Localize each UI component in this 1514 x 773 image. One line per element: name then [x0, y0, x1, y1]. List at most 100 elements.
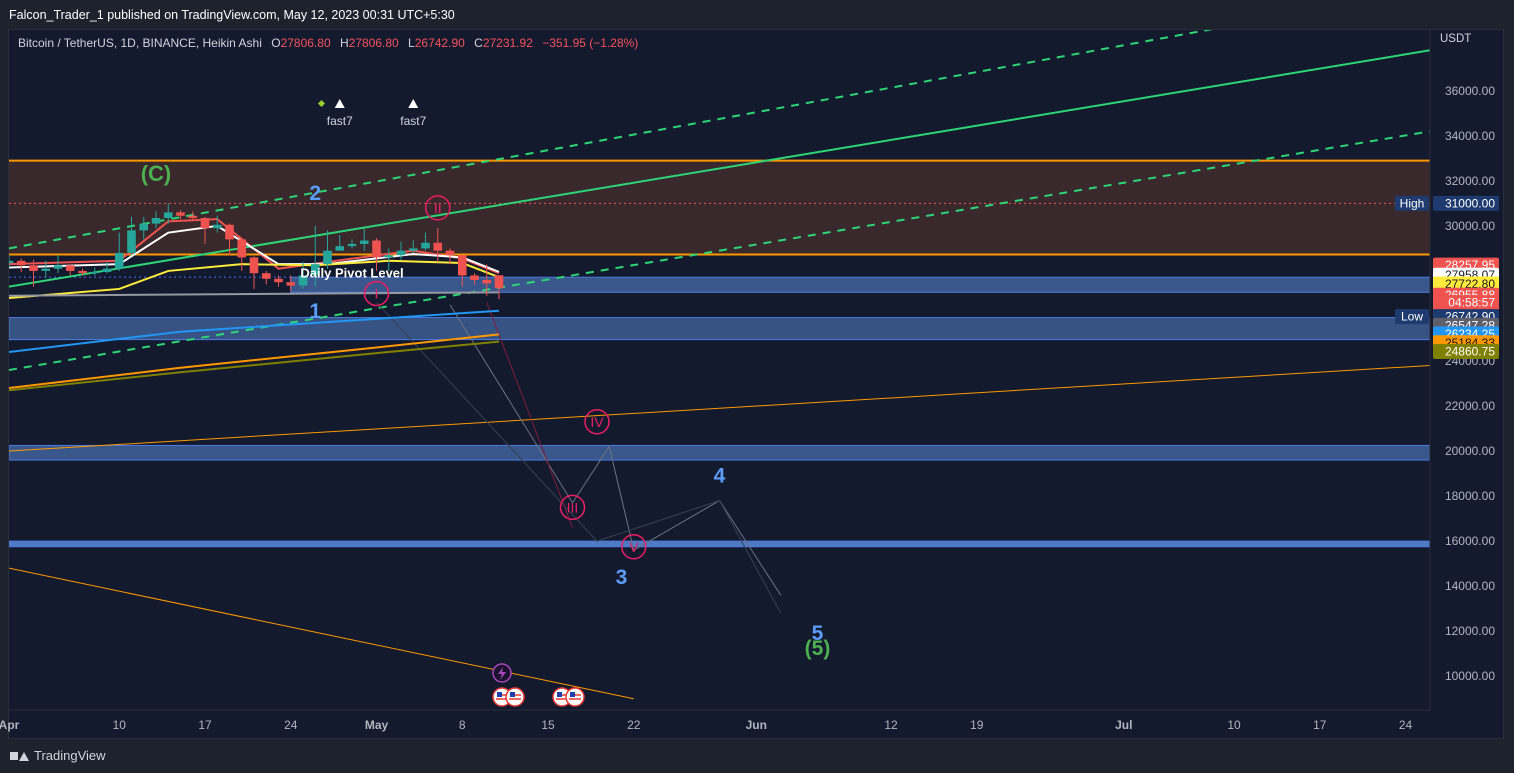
x-tick-label: 10	[1227, 718, 1241, 732]
indicator-triangle-icon	[334, 99, 345, 108]
tradingview-logo-icon	[10, 750, 29, 762]
price-axis-label-0: 31000.00 High	[1395, 195, 1499, 211]
candle-body-37	[457, 255, 467, 276]
y-tick-label: 12000.00	[1445, 624, 1495, 638]
us-flag-canton	[497, 692, 502, 697]
price-label-text: 24860.75	[1445, 345, 1495, 359]
open-key: O	[271, 36, 281, 50]
candle-body-34	[421, 242, 430, 249]
wave-annotation-3: 4	[714, 465, 726, 488]
wave-circle-label: IV	[590, 414, 604, 430]
resistance-zone	[9, 160, 1430, 255]
wave-circle-label: I	[375, 285, 379, 301]
symbol-name: Bitcoin / TetherUS, 1D, BINANCE, Heikin …	[18, 36, 262, 50]
candle-body-8	[102, 268, 112, 273]
y-tick-label: 10000.00	[1445, 669, 1495, 683]
y-tick-label: 20000.00	[1445, 444, 1495, 458]
wave-annotation-7: Daily Pivot Level	[300, 266, 403, 281]
high-value: 27806.80	[348, 36, 399, 50]
brand-name: TradingView	[34, 748, 106, 763]
change-value: −351.95 (−1.28%)	[542, 36, 639, 50]
wave-circle-label: III	[567, 499, 579, 515]
demand-zone-3	[9, 540, 1430, 548]
candle-body-12	[151, 218, 161, 224]
x-tick-label: 19	[970, 718, 984, 732]
y-tick-label: 16000.00	[1445, 534, 1495, 548]
candle-body-14	[176, 212, 185, 216]
candle-body-39	[482, 279, 492, 284]
candle-body-35	[433, 242, 443, 251]
wave-annotation-6: (5)	[805, 637, 831, 660]
price-chart[interactable]: IIIIVIIIV(C)21435(5)Daily Pivot Levelfas…	[0, 0, 1514, 773]
candle-body-3	[41, 268, 51, 271]
x-tick-label: 8	[459, 718, 466, 732]
candle-body-5	[65, 265, 75, 271]
candle-body-17	[212, 224, 222, 229]
currency-label[interactable]: USDT	[1440, 33, 1471, 45]
indicator-label-1: fast7	[400, 114, 426, 128]
wave-annotation-1: 2	[309, 182, 321, 205]
low-key: L	[408, 36, 415, 50]
moving-average-6	[9, 340, 500, 392]
candle-body-28	[347, 243, 357, 247]
price-axis-label-10: 24860.75	[1433, 344, 1499, 360]
price-axis-label-5: 04:58:57	[1433, 295, 1499, 311]
candle-body-1	[16, 260, 26, 266]
low-value: 26742.90	[414, 36, 465, 50]
candle-body-29	[359, 240, 369, 244]
candle-body-36	[445, 250, 455, 256]
footer: TradingView	[10, 748, 106, 763]
wave-annotation-0: (C)	[141, 161, 172, 186]
indicator-label-0: fast7	[327, 114, 353, 128]
candle-body-10	[127, 230, 136, 253]
candle-body-27	[335, 246, 345, 251]
candle-body-23	[286, 282, 296, 286]
demand-zone-2	[9, 444, 1430, 461]
x-tick-label: Jun	[746, 718, 767, 732]
candle-body-0	[9, 260, 14, 264]
candle-body-30	[372, 240, 381, 258]
x-tick-label: May	[365, 718, 389, 732]
y-tick-label: 34000.00	[1445, 129, 1495, 143]
candle-body-26	[323, 250, 332, 265]
price-tag-text: Low	[1401, 310, 1423, 324]
y-tick-label: 32000.00	[1445, 174, 1495, 188]
candle-body-4	[53, 265, 63, 269]
x-tick-label: 17	[1313, 718, 1327, 732]
candle-body-22	[274, 278, 283, 283]
trend-line-3	[9, 364, 1430, 452]
y-tick-label: 36000.00	[1445, 84, 1495, 98]
x-tick-label: 22	[627, 718, 641, 732]
trend-line-4	[9, 567, 634, 700]
price-label-text: 04:58:57	[1448, 296, 1495, 310]
open-value: 27806.80	[280, 36, 331, 50]
candle-body-38	[470, 275, 479, 280]
x-tick-label: Apr	[0, 718, 20, 732]
pivot-zone	[290, 276, 1430, 293]
indicator-diamond-icon	[317, 99, 326, 108]
candle-body-16	[200, 218, 210, 229]
wave-circle-2: IV	[584, 409, 610, 435]
wave-annotation-2: 1	[309, 300, 321, 323]
close-value: 27231.92	[482, 36, 533, 50]
symbol-legend: Bitcoin / TetherUS, 1D, BINANCE, Heikin …	[18, 36, 638, 50]
price-tag-text: High	[1400, 196, 1425, 210]
wave-circle-label: II	[434, 200, 442, 216]
us-flag-canton	[570, 692, 575, 697]
y-tick-label: 30000.00	[1445, 219, 1495, 233]
candle-body-32	[396, 250, 406, 256]
x-tick-label: 10	[113, 718, 127, 732]
plot-area: IIIIVIIIV(C)21435(5)Daily Pivot Levelfas…	[9, 30, 1430, 707]
candle-body-15	[188, 215, 198, 219]
candle-body-31	[384, 255, 394, 258]
candle-body-33	[408, 248, 418, 251]
y-tick-label: 18000.00	[1445, 489, 1495, 503]
candle-body-19	[237, 239, 247, 258]
y-tick-label: 14000.00	[1445, 579, 1495, 593]
x-tick-label: 24	[1399, 718, 1413, 732]
x-tick-label: 17	[198, 718, 212, 732]
candle-body-2	[29, 265, 38, 271]
us-flag-canton	[510, 692, 515, 697]
candle-body-21	[261, 273, 271, 279]
us-flag-canton	[557, 692, 562, 697]
